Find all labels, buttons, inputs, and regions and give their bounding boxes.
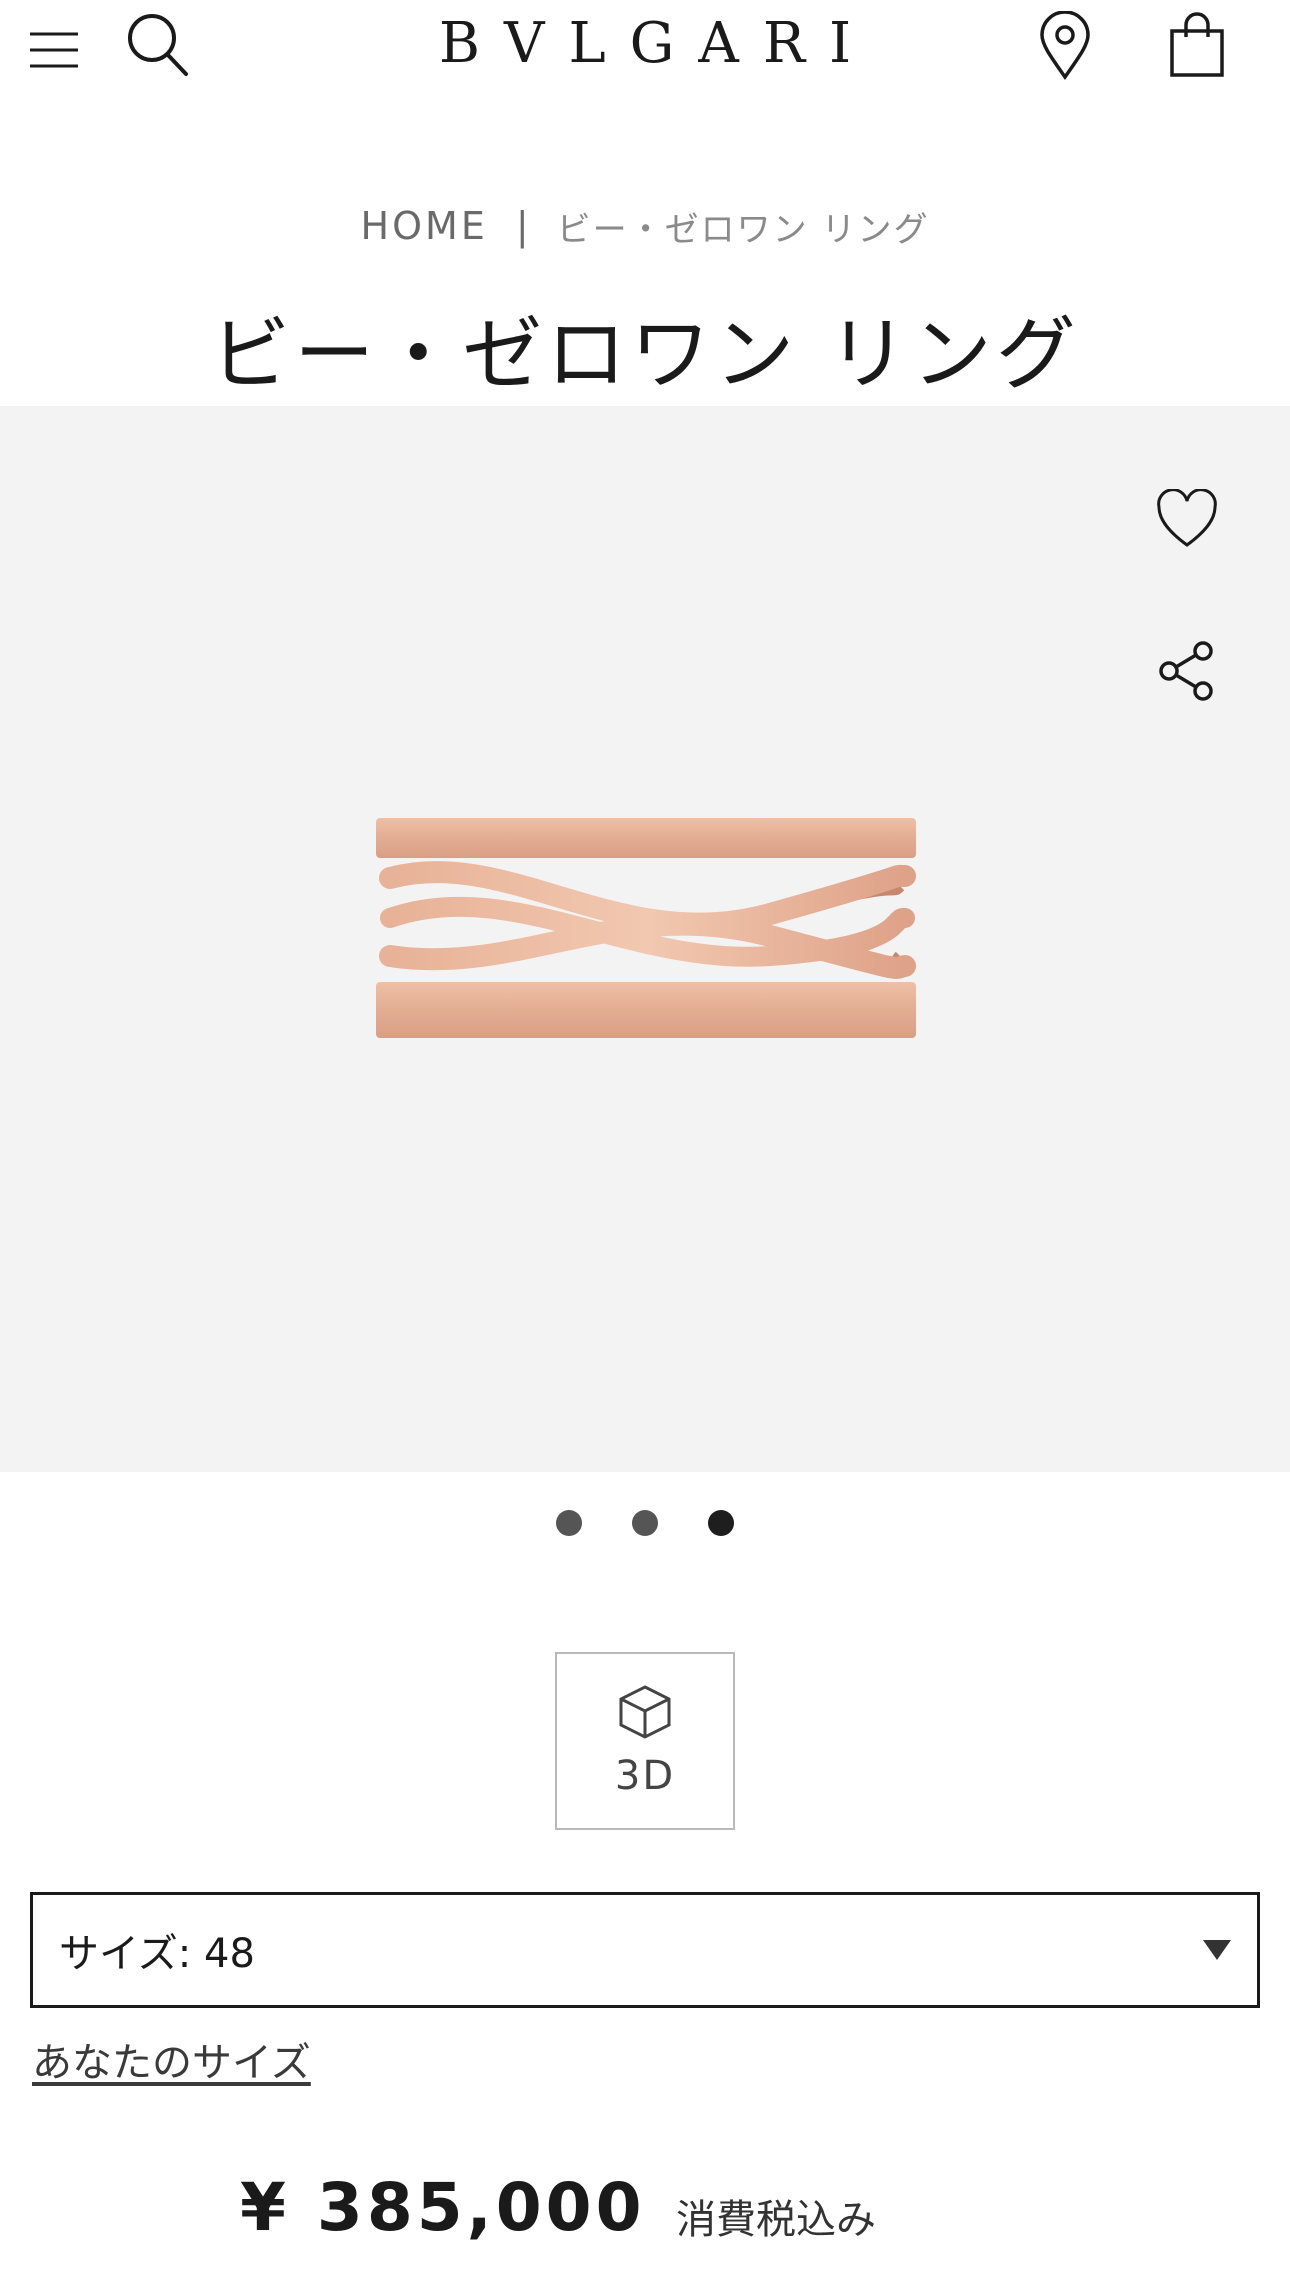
product-image xyxy=(370,806,920,1066)
hamburger-menu-icon[interactable] xyxy=(28,28,80,72)
cube-icon xyxy=(617,1683,673,1745)
breadcrumb: HOME | ビー・ゼロワン リング xyxy=(0,196,1290,256)
carousel-dot-1[interactable] xyxy=(556,1510,582,1536)
search-icon[interactable] xyxy=(124,10,190,80)
carousel-dot-3[interactable] xyxy=(708,1510,734,1536)
view-3d-button[interactable]: 3D xyxy=(555,1652,735,1830)
size-dropdown[interactable]: サイズ: 48 xyxy=(30,1892,1260,2008)
size-dropdown-value: サイズ: 48 xyxy=(59,1931,255,1977)
share-icon[interactable] xyxy=(1150,634,1224,708)
breadcrumb-home-link[interactable]: HOME xyxy=(361,204,488,248)
product-title: ビー・ゼロワン リング xyxy=(210,308,1080,401)
shopping-bag-icon[interactable] xyxy=(1165,10,1229,80)
breadcrumb-separator: | xyxy=(515,204,529,248)
breadcrumb-current: ビー・ゼロワン リング xyxy=(556,209,930,250)
tax-note: 消費税込み xyxy=(676,2197,876,2243)
view-3d-label: 3D xyxy=(614,1753,676,1799)
caret-down-icon xyxy=(1203,1940,1231,1960)
carousel-dot-2[interactable] xyxy=(632,1510,658,1536)
product-gallery[interactable] xyxy=(0,406,1290,1472)
carousel-dots xyxy=(0,1510,1290,1540)
size-guide-link[interactable]: あなたのサイズ xyxy=(32,2030,311,2086)
brand-logo[interactable]: BVLGARI xyxy=(400,6,890,82)
heart-icon[interactable] xyxy=(1150,484,1224,554)
header: BVLGARI xyxy=(0,0,1290,100)
location-pin-icon[interactable] xyxy=(1035,10,1095,82)
product-price: ¥ 385,000 xyxy=(240,2169,646,2246)
